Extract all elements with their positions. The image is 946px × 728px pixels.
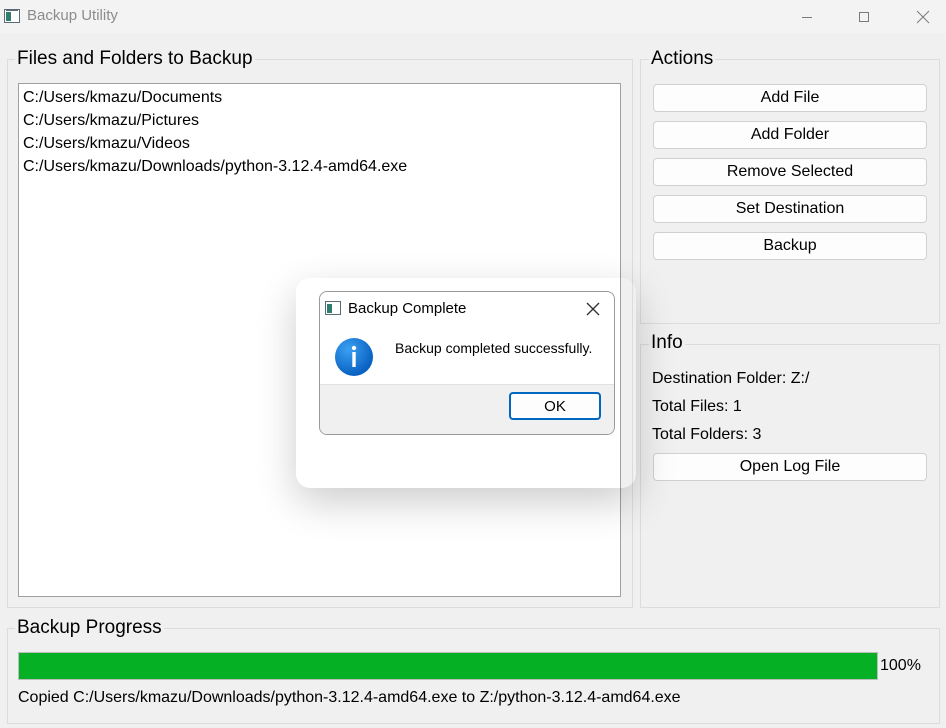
total-folders-label: Total Folders: 3 xyxy=(652,426,762,443)
add-folder-button[interactable]: Add Folder xyxy=(653,121,927,149)
files-group-title: Files and Folders to Backup xyxy=(15,48,255,70)
app-icon xyxy=(4,9,20,23)
remove-selected-button[interactable]: Remove Selected xyxy=(653,158,927,186)
destination-folder-label: Destination Folder: Z:/ xyxy=(652,370,810,387)
list-item[interactable]: C:/Users/kmazu/Documents xyxy=(23,86,616,109)
window-title: Backup Utility xyxy=(27,7,118,24)
progress-status-text: Copied C:/Users/kmazu/Downloads/python-3… xyxy=(18,689,681,706)
maximize-button[interactable] xyxy=(841,0,887,33)
progress-percent: 100% xyxy=(880,657,921,674)
dialog-app-icon xyxy=(325,301,341,315)
info-group-title: Info xyxy=(649,332,685,354)
title-bar: Backup Utility xyxy=(0,0,946,33)
add-file-button[interactable]: Add File xyxy=(653,84,927,112)
list-item[interactable]: C:/Users/kmazu/Pictures xyxy=(23,109,616,132)
backup-complete-dialog: Backup Complete Backup completed success… xyxy=(319,291,615,435)
list-item[interactable]: C:/Users/kmazu/Videos xyxy=(23,132,616,155)
list-item[interactable]: C:/Users/kmazu/Downloads/python-3.12.4-a… xyxy=(23,155,616,178)
close-icon xyxy=(916,10,930,23)
minimize-icon xyxy=(802,16,812,18)
progress-bar xyxy=(18,652,878,680)
set-destination-button[interactable]: Set Destination xyxy=(653,195,927,223)
close-icon xyxy=(586,302,600,316)
actions-group-title: Actions xyxy=(649,48,716,70)
minimize-button[interactable] xyxy=(784,0,830,33)
dialog-close-button[interactable] xyxy=(582,298,604,320)
total-files-label: Total Files: 1 xyxy=(652,398,742,415)
ok-button[interactable]: OK xyxy=(509,392,601,420)
progress-group-title: Backup Progress xyxy=(15,617,164,639)
maximize-icon xyxy=(859,11,869,22)
progress-bar-fill xyxy=(19,653,877,679)
backup-button[interactable]: Backup xyxy=(653,232,927,260)
close-button[interactable] xyxy=(900,0,946,33)
dialog-message: Backup completed successfully. xyxy=(395,340,593,356)
open-log-file-button[interactable]: Open Log File xyxy=(653,453,927,481)
info-icon xyxy=(333,336,375,383)
dialog-title: Backup Complete xyxy=(348,300,467,317)
